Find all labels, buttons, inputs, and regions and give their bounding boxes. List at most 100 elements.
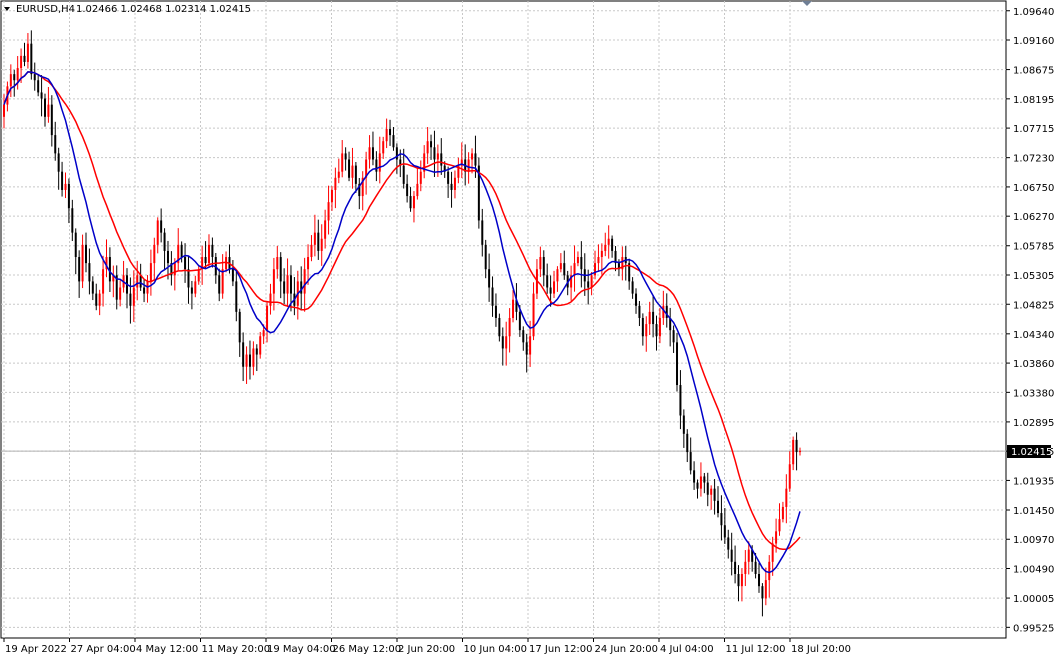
candle-body bbox=[194, 281, 197, 294]
candle-body bbox=[676, 342, 679, 386]
candle-body bbox=[173, 263, 176, 276]
title-block: EURUSD,H4 1.02466 1.02468 1.02314 1.0241… bbox=[4, 4, 251, 15]
x-axis: 19 Apr 2022 27 Apr 04:00 4 May 12:00 11 May… bbox=[3, 638, 851, 655]
candle-body bbox=[20, 55, 23, 69]
candle-body bbox=[501, 336, 504, 349]
y-tick-label: 1.07230 bbox=[1013, 154, 1054, 165]
y-tick-label: 1.09640 bbox=[1013, 7, 1054, 18]
candle-body bbox=[553, 281, 556, 294]
y-tick-label: 1.05305 bbox=[1013, 271, 1054, 282]
candle-body bbox=[269, 293, 272, 306]
candle-body bbox=[713, 488, 716, 501]
candle-body bbox=[573, 263, 576, 276]
candle-body bbox=[430, 141, 433, 148]
chart-title: EURUSD,H4 bbox=[16, 4, 75, 15]
candle-body bbox=[289, 275, 292, 294]
candle-body bbox=[211, 244, 214, 258]
candle-body bbox=[546, 275, 549, 288]
candle-body bbox=[474, 153, 477, 166]
candle-body bbox=[723, 525, 726, 538]
candle-body bbox=[559, 263, 562, 270]
candle-body bbox=[488, 269, 491, 288]
candle-body bbox=[505, 336, 508, 349]
candle-body bbox=[522, 330, 525, 343]
candle-body bbox=[737, 573, 740, 587]
candle-body bbox=[50, 104, 53, 136]
candle-body bbox=[153, 244, 156, 264]
candle-body bbox=[16, 68, 19, 81]
x-tick-label: 4 May 12:00 bbox=[136, 644, 198, 655]
candle-body bbox=[635, 293, 638, 306]
x-tick-label: 27 Apr 04:00 bbox=[71, 644, 136, 655]
candle-body bbox=[549, 287, 552, 294]
candle-body bbox=[747, 549, 750, 562]
candle-body bbox=[419, 171, 422, 184]
candle-body bbox=[607, 238, 610, 245]
candle-body bbox=[330, 189, 333, 203]
x-tick-label: 26 May 12:00 bbox=[333, 644, 402, 655]
candle-body bbox=[262, 330, 265, 337]
candle-body bbox=[221, 269, 224, 294]
candle-body bbox=[368, 147, 371, 160]
candle-body bbox=[781, 506, 784, 520]
candle-body bbox=[184, 257, 187, 270]
y-tick-label: 1.08675 bbox=[1013, 66, 1054, 77]
x-tick-label: 17 Jun 12:00 bbox=[529, 644, 593, 655]
candle-body bbox=[84, 244, 87, 264]
candlestick-chart: 1.09640 1.09160 1.08675 1.08195 1.07715 1.072… bbox=[0, 0, 1054, 655]
x-tick-label: 18 Jul 20:00 bbox=[791, 644, 851, 655]
candle-body bbox=[235, 281, 238, 312]
candle-body bbox=[795, 439, 798, 453]
y-tick-label: 1.00970 bbox=[1013, 535, 1054, 546]
candle-body bbox=[248, 354, 251, 367]
candle-body bbox=[727, 537, 730, 550]
candle-body bbox=[354, 165, 357, 184]
candle-body bbox=[693, 470, 696, 483]
candle-body bbox=[307, 257, 310, 270]
candle-body bbox=[320, 238, 323, 251]
candle-body bbox=[508, 317, 511, 337]
candle-body bbox=[238, 311, 241, 343]
candle-body bbox=[348, 159, 351, 178]
candle-body bbox=[689, 452, 692, 471]
y-tick-label: 1.00490 bbox=[1013, 565, 1054, 576]
candle-body bbox=[310, 244, 313, 258]
x-tick-label: 11 May 20:00 bbox=[202, 644, 271, 655]
candle-body bbox=[532, 293, 535, 337]
candle-body bbox=[375, 159, 378, 172]
ohlc-readout: 1.02466 1.02468 1.02314 1.02415 bbox=[76, 4, 251, 15]
candle-body bbox=[771, 543, 774, 562]
candle-body bbox=[132, 287, 135, 306]
candle-body bbox=[389, 129, 392, 136]
candle-body bbox=[652, 311, 655, 325]
x-tick-label: 11 Jul 12:00 bbox=[726, 644, 786, 655]
candle-body bbox=[594, 263, 597, 276]
candle-body bbox=[242, 342, 245, 367]
candle-body bbox=[71, 208, 74, 233]
candle-body bbox=[252, 348, 255, 367]
candle-body bbox=[412, 196, 415, 209]
candle-body bbox=[416, 183, 419, 197]
candle-body bbox=[699, 476, 702, 489]
candle-body bbox=[91, 281, 94, 294]
candle-body bbox=[611, 238, 614, 251]
candle-body bbox=[580, 257, 583, 270]
candle-body bbox=[160, 220, 163, 233]
candle-body bbox=[197, 269, 200, 282]
y-tick-label: 1.06270 bbox=[1013, 212, 1054, 223]
x-tick-label: 2 Jun 20:00 bbox=[398, 644, 455, 655]
candle-body bbox=[255, 348, 258, 355]
x-tick-label: 10 Jun 04:00 bbox=[464, 644, 528, 655]
candle-body bbox=[351, 165, 354, 178]
candle-body bbox=[447, 171, 450, 184]
candle-body bbox=[672, 330, 675, 343]
candle-body bbox=[758, 573, 761, 587]
y-tick-label: 1.00005 bbox=[1013, 594, 1054, 605]
candle-body bbox=[13, 74, 16, 81]
candle-body bbox=[119, 287, 122, 300]
candle-body bbox=[453, 177, 456, 190]
y-tick-label: 1.09160 bbox=[1013, 36, 1054, 47]
candle-body bbox=[9, 74, 12, 87]
y-tick-label: 0.99525 bbox=[1013, 623, 1054, 634]
candle-body bbox=[136, 275, 139, 288]
